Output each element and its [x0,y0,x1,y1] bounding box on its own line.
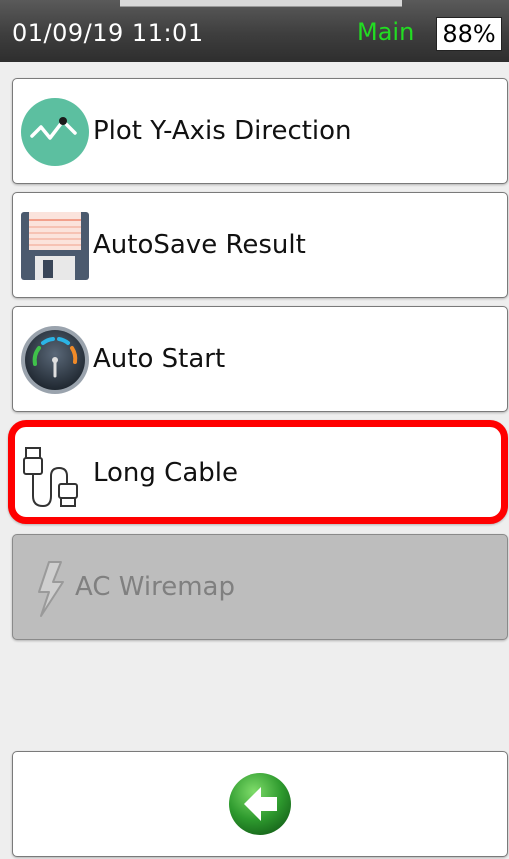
menu-item-autosave-result[interactable]: AutoSave Result [12,192,508,298]
status-mode: Main [357,18,415,46]
status-datetime: 01/09/19 11:01 [12,19,204,47]
cable-plug-icon [23,447,78,508]
menu-item-label: Auto Start [93,344,226,374]
menu-item-label: Long Cable [93,458,238,488]
menu-item-plot-y-axis-direction[interactable]: Plot Y-Axis Direction [12,78,508,184]
menu-item-ac-wiremap: AC Wiremap [12,534,508,640]
back-arrow-icon [229,773,291,835]
gauge-icon [21,326,89,394]
menu-item-label: Plot Y-Axis Direction [93,116,352,146]
menu-item-label: AutoSave Result [93,230,306,260]
status-bar: 01/09/19 11:01 Main 88% [0,0,509,62]
plot-waveform-icon [21,98,89,166]
floppy-disk-icon [21,212,89,280]
menu-item-label: AC Wiremap [75,572,235,602]
battery-level: 88% [436,17,502,51]
back-button[interactable] [12,751,508,857]
menu-item-auto-start[interactable]: Auto Start [12,306,508,412]
menu-item-long-cable[interactable]: Long Cable [8,420,508,524]
status-top-strip [120,0,402,7]
